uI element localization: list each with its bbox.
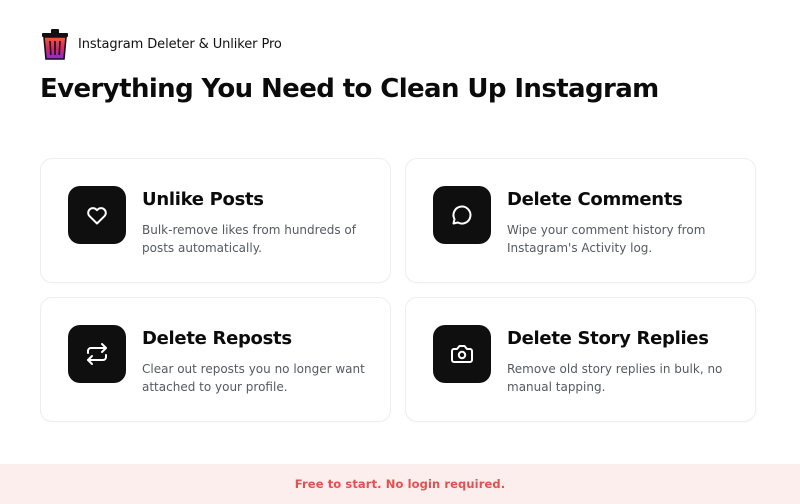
chat-bubble-icon bbox=[452, 205, 472, 225]
trash-bin-icon bbox=[42, 29, 68, 60]
brand: Instagram Deleter & Unliker Pro bbox=[40, 27, 282, 61]
feature-title: Delete Comments bbox=[507, 189, 683, 210]
feature-card-delete-reposts: Delete Reposts Clear out reposts you no … bbox=[40, 297, 391, 422]
feature-icon-tile bbox=[68, 325, 126, 383]
feature-icon-tile bbox=[68, 186, 126, 244]
feature-card-unlike-posts: Unlike Posts Bulk-remove likes from hund… bbox=[40, 158, 391, 283]
footer-text: Free to start. No login required. bbox=[294, 477, 506, 491]
footer-banner: Free to start. No login required. bbox=[0, 464, 800, 504]
page-title: Everything You Need to Clean Up Instagra… bbox=[40, 74, 659, 104]
feature-description: Bulk-remove likes from hundreds of posts… bbox=[142, 223, 356, 255]
feature-icon-tile bbox=[433, 325, 491, 383]
feature-title: Delete Reposts bbox=[142, 328, 292, 349]
feature-card-delete-story-replies: Delete Story Replies Remove old story re… bbox=[405, 297, 756, 422]
repost-icon bbox=[87, 343, 107, 365]
feature-description: Remove old story replies in bulk, no man… bbox=[507, 362, 723, 394]
camera-icon bbox=[451, 345, 473, 363]
feature-description: Clear out reposts you no longer want att… bbox=[142, 362, 365, 394]
brand-name: Instagram Deleter & Unliker Pro bbox=[78, 36, 282, 52]
heart-icon bbox=[87, 207, 107, 225]
feature-title: Unlike Posts bbox=[142, 189, 264, 210]
page: Instagram Deleter & Unliker Pro Everythi… bbox=[0, 0, 800, 504]
feature-title: Delete Story Replies bbox=[507, 328, 709, 349]
feature-icon-tile bbox=[433, 186, 491, 244]
feature-description: Wipe your comment history from Instagram… bbox=[507, 223, 706, 255]
feature-card-delete-comments: Delete Comments Wipe your comment histor… bbox=[405, 158, 756, 283]
